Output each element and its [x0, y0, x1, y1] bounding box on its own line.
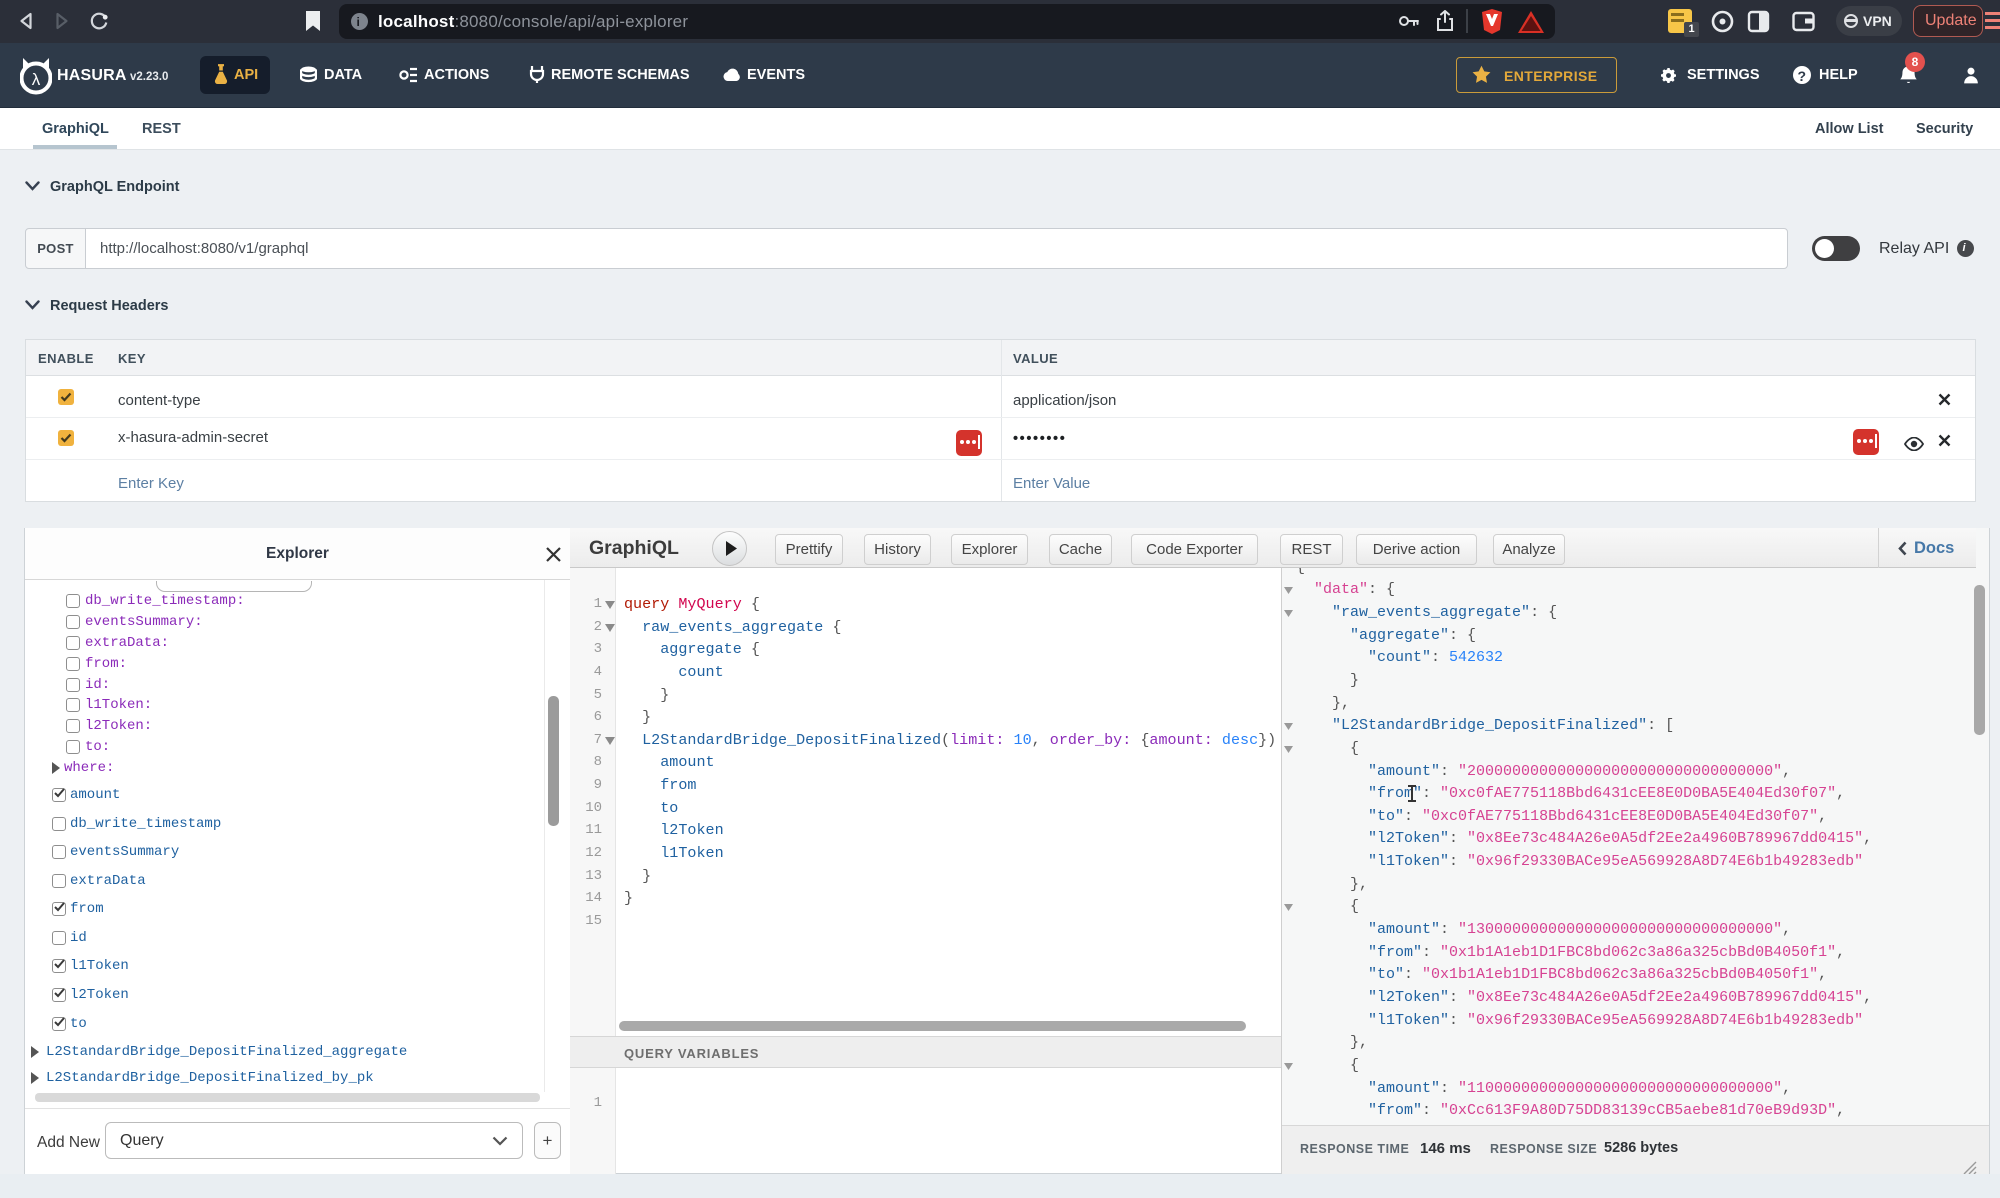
svg-text:λ: λ: [32, 70, 41, 89]
